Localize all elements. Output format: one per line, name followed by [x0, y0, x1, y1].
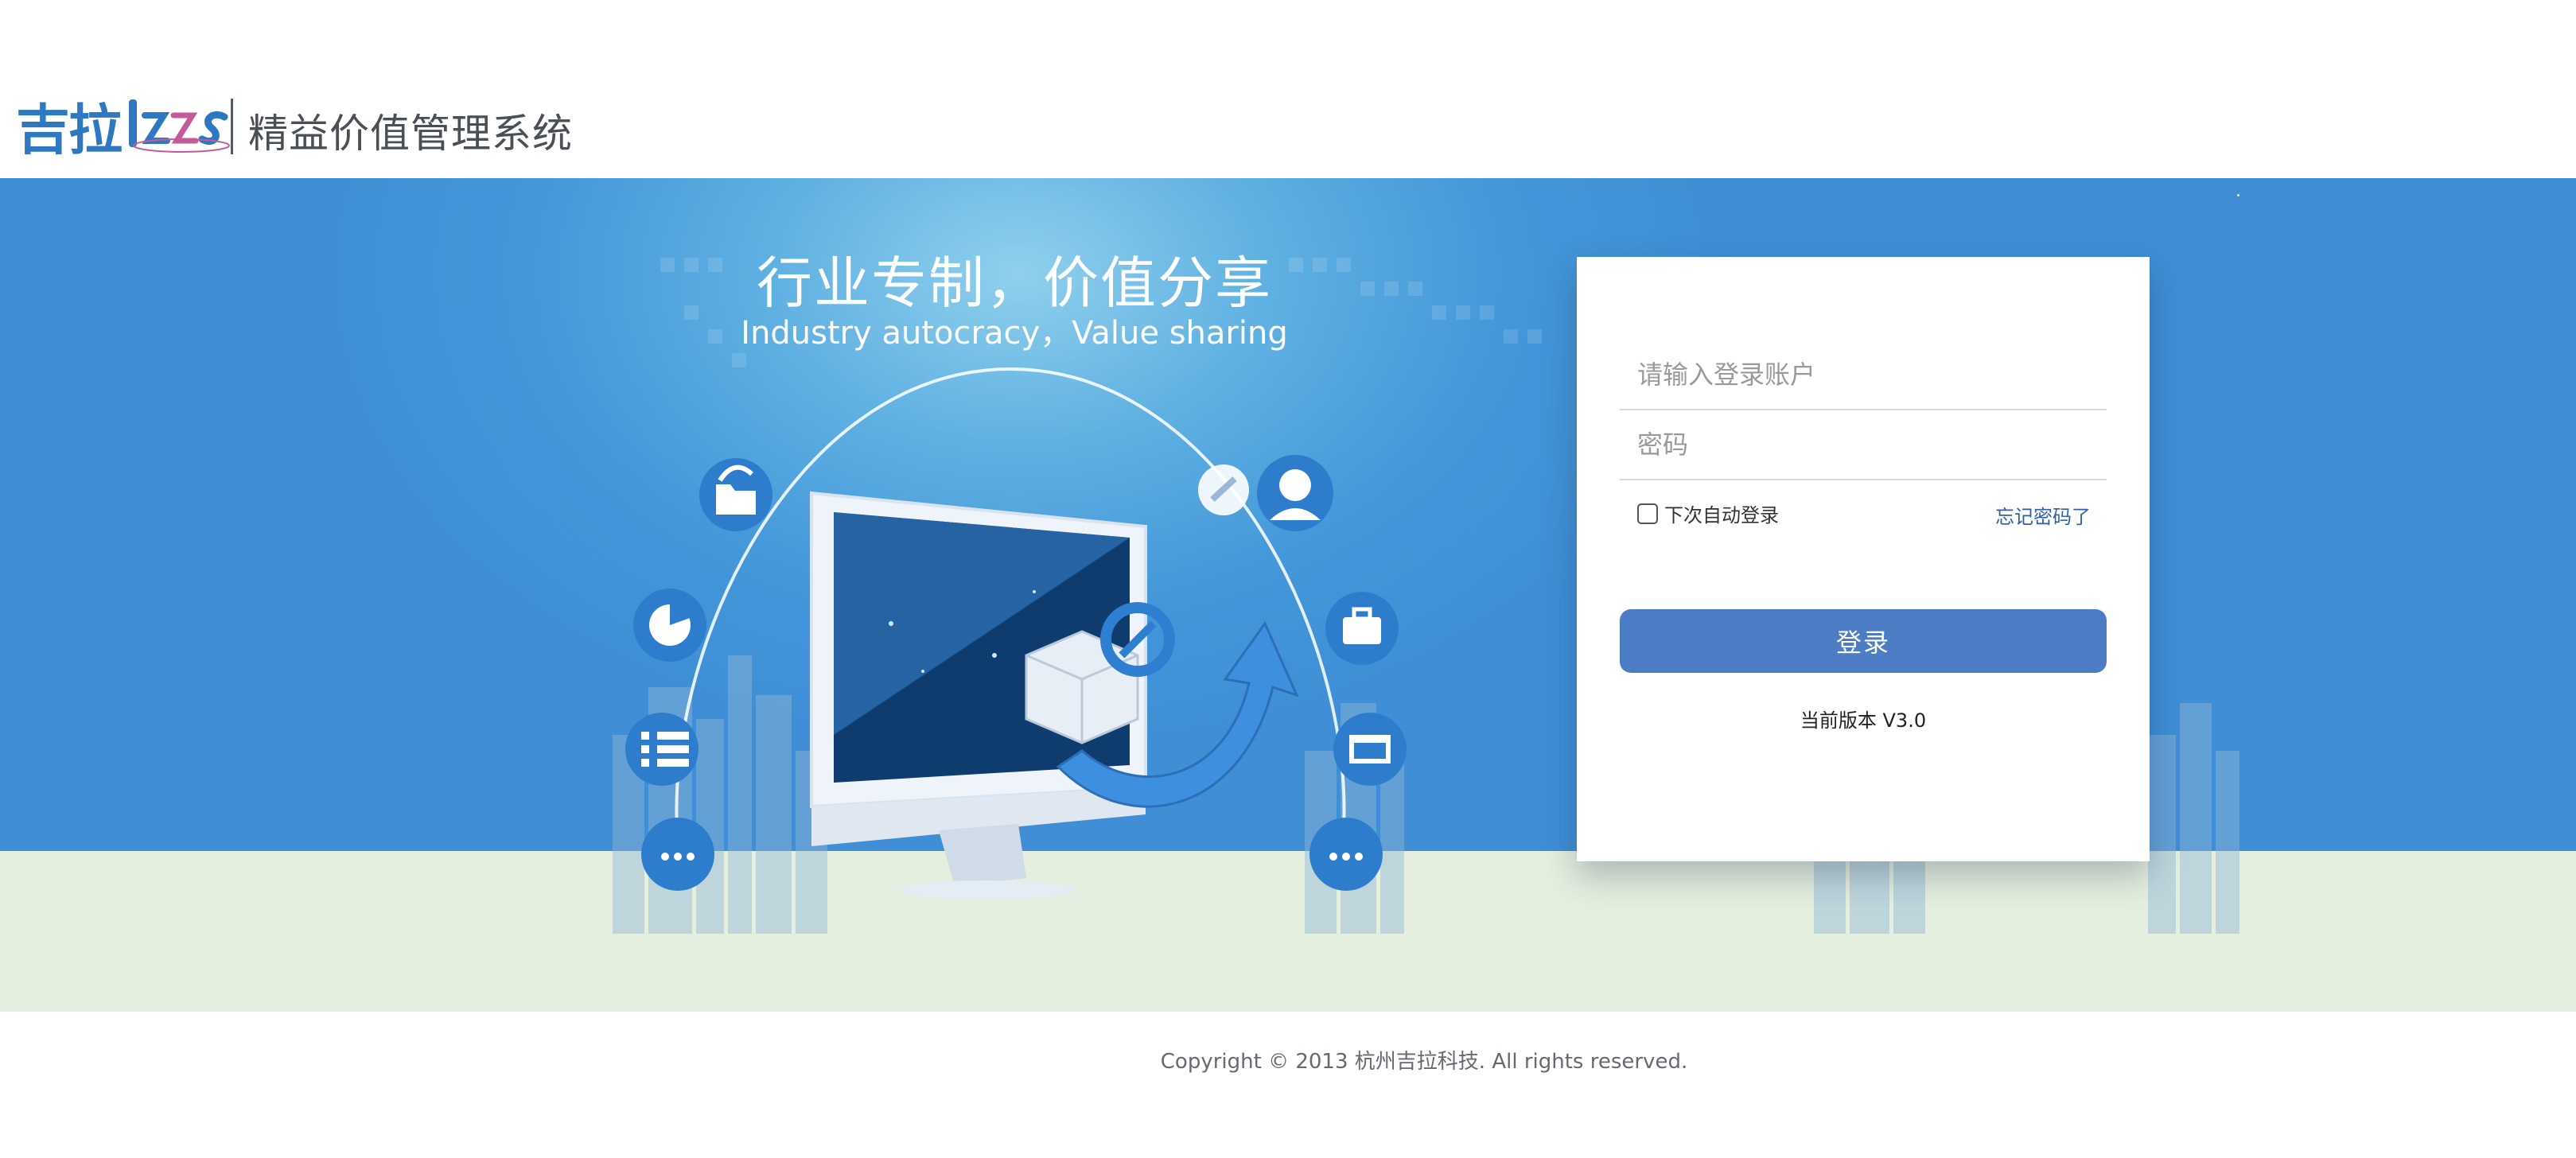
more-icon: [641, 818, 714, 891]
logo-divider: [231, 99, 233, 154]
briefcase-icon: [1325, 592, 1399, 665]
login-button[interactable]: 登录: [1620, 609, 2107, 673]
remember-checkbox[interactable]: [1637, 503, 1658, 524]
password-field: [1620, 410, 2107, 480]
page-footer: Copyright © 2013 杭州吉拉科技. All rights rese…: [0, 1012, 2576, 1158]
link-icon: [1198, 464, 1249, 515]
username-field: [1620, 340, 2107, 410]
password-input[interactable]: [1620, 410, 2107, 479]
folder-icon: [699, 458, 772, 531]
company-logo: 吉拉: [16, 89, 237, 162]
system-title: 精益价值管理系统: [248, 111, 573, 157]
pie-chart-icon: [633, 589, 706, 662]
logo-text: 吉拉: [16, 98, 123, 162]
window-icon: [1333, 713, 1407, 786]
logo-mark-icon: [129, 99, 231, 153]
decorative-dot: [2237, 194, 2239, 196]
copyright-text: Copyright © 2013 杭州吉拉科技. All rights rese…: [1160, 1050, 1688, 1074]
remember-label: 下次自动登录: [1664, 504, 1779, 527]
page-header: 吉拉 精益价值管理系统: [0, 0, 2576, 178]
numbered-list-icon: [625, 713, 698, 786]
forgot-password-link[interactable]: 忘记密码了: [1995, 501, 2091, 529]
version-label: 当前版本 V3.0: [1800, 709, 1927, 732]
username-input[interactable]: [1620, 340, 2107, 409]
more-icon: [1309, 818, 1383, 891]
user-avatar-icon: [1257, 455, 1333, 531]
remember-me[interactable]: 下次自动登录: [1637, 499, 1779, 527]
